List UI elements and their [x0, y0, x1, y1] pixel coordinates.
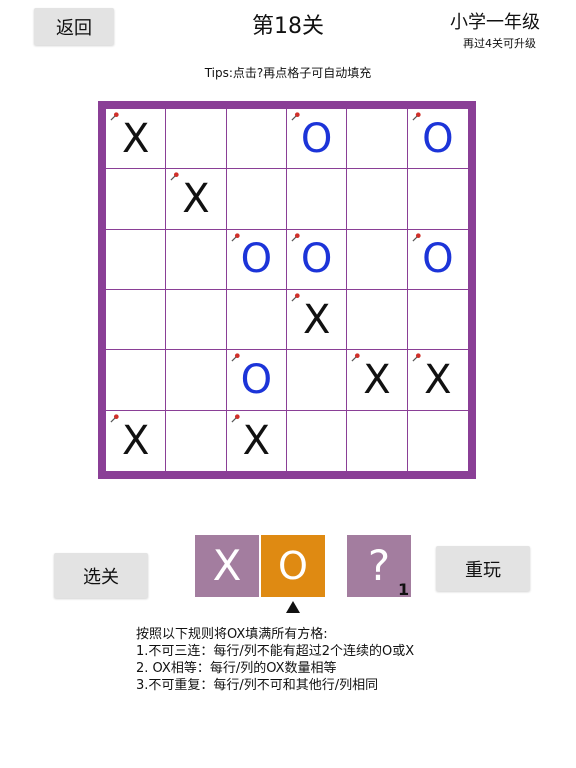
- board-cell[interactable]: O: [226, 229, 287, 290]
- board-cell[interactable]: X: [106, 109, 167, 170]
- pin-icon: [291, 233, 300, 242]
- board-cell[interactable]: [106, 289, 167, 351]
- board-cell[interactable]: [287, 410, 348, 471]
- pin-icon: [170, 172, 179, 181]
- rule-item: 3.不可重复：每行/列不可和其他行/列相同: [136, 678, 379, 693]
- palette-o-label: O: [278, 544, 308, 588]
- board-cell[interactable]: [106, 350, 167, 411]
- hint-count-badge: 1: [398, 580, 410, 599]
- pin-icon: [412, 233, 421, 242]
- pin-icon: [412, 353, 421, 362]
- cell-mark: X: [121, 417, 150, 464]
- pin-icon: [291, 112, 300, 121]
- rule-item: 1.不可三连：每行/列不能有超过2个连续的O或X: [136, 644, 415, 659]
- cell-mark: X: [363, 356, 391, 403]
- board-cell[interactable]: X: [286, 289, 348, 351]
- select-level-label: 选关: [83, 566, 119, 588]
- board-cell[interactable]: X: [166, 169, 227, 230]
- cell-mark: O: [300, 115, 333, 162]
- board-cell[interactable]: O: [226, 350, 287, 411]
- board-cell[interactable]: O: [286, 109, 348, 170]
- palette-o-button[interactable]: O: [261, 535, 325, 597]
- cell-mark: X: [424, 356, 452, 403]
- pin-icon: [110, 112, 119, 121]
- cell-mark: X: [302, 296, 331, 343]
- cell-mark: O: [240, 236, 273, 283]
- tips-text: Tips:点击?再点格子可自动填充: [204, 66, 372, 80]
- board-cell[interactable]: [106, 229, 167, 290]
- board-cell[interactable]: [286, 169, 348, 230]
- board-cell[interactable]: [166, 410, 227, 471]
- board-cell[interactable]: [347, 109, 408, 170]
- puzzle-board: XOOXOOOXOXXXX: [98, 101, 476, 479]
- cell-mark: X: [182, 175, 210, 222]
- select-level-button[interactable]: 选关: [54, 553, 148, 598]
- board-cell[interactable]: X: [407, 350, 468, 411]
- rules-panel: 按照以下规则将OX填满所有方格: 1.不可三连：每行/列不能有超过2个连续的O或…: [136, 626, 414, 694]
- board-cell[interactable]: [286, 350, 348, 411]
- selection-pointer-icon: [286, 601, 300, 613]
- cell-mark: X: [242, 417, 271, 464]
- cell-mark: O: [422, 236, 454, 283]
- palette-x-button[interactable]: X: [195, 535, 259, 597]
- grade-label: 小学一年级: [450, 12, 540, 33]
- pin-icon: [291, 293, 300, 302]
- cell-mark: O: [422, 115, 454, 162]
- cell-mark: X: [121, 115, 150, 162]
- replay-button[interactable]: 重玩: [436, 546, 530, 591]
- board-cell[interactable]: O: [286, 229, 348, 290]
- pin-icon: [351, 353, 360, 362]
- board-cell[interactable]: [347, 229, 408, 290]
- pin-icon: [412, 112, 421, 121]
- board-cell[interactable]: [347, 289, 408, 351]
- palette-x-label: X: [212, 541, 242, 590]
- rule-item: 2. OX相等：每行/列的OX数量相等: [136, 661, 337, 676]
- board-cell[interactable]: X: [347, 350, 408, 411]
- cell-mark: O: [300, 236, 333, 283]
- levels-until-upgrade: 再过4关可升级: [463, 37, 536, 50]
- board-cell[interactable]: [166, 289, 227, 351]
- board-cell[interactable]: [347, 410, 408, 471]
- pin-icon: [110, 414, 119, 423]
- board-cell[interactable]: [106, 169, 167, 230]
- board-cell[interactable]: [166, 350, 227, 411]
- palette-hint-label: ?: [367, 541, 391, 590]
- pin-icon: [231, 353, 240, 362]
- board-cell[interactable]: [347, 169, 408, 230]
- board-cell[interactable]: O: [407, 109, 468, 170]
- board-cell[interactable]: [226, 169, 287, 230]
- board-cell[interactable]: X: [227, 410, 287, 471]
- pin-icon: [231, 414, 240, 423]
- board-cell[interactable]: [166, 229, 227, 290]
- board-cell[interactable]: [407, 290, 468, 351]
- pin-icon: [231, 233, 240, 242]
- board-cell[interactable]: [408, 411, 468, 471]
- board-cell[interactable]: [166, 109, 227, 170]
- board-cell[interactable]: [226, 109, 287, 170]
- cell-mark: O: [240, 356, 273, 403]
- replay-label: 重玩: [465, 559, 501, 581]
- board-cell[interactable]: [226, 289, 287, 351]
- board-cell[interactable]: O: [407, 230, 468, 290]
- board-cell[interactable]: [407, 169, 468, 230]
- board-cell[interactable]: X: [106, 410, 167, 471]
- rules-heading: 按照以下规则将OX填满所有方格:: [136, 627, 328, 642]
